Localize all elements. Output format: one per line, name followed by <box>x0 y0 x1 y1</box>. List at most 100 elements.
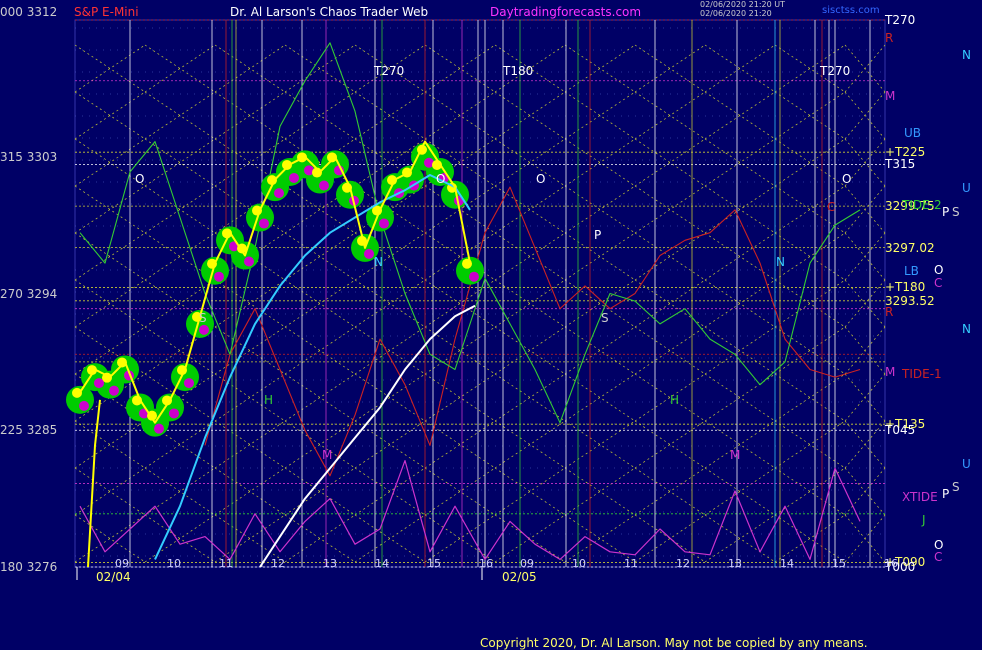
chart-canvas <box>66 19 886 580</box>
right-marker-label: C <box>934 276 943 290</box>
hour-tick-label: 14 <box>780 557 794 570</box>
hour-tick-label: 16 <box>884 557 898 570</box>
xtide-line <box>79 460 861 560</box>
diag-line <box>844 514 886 563</box>
band-dot <box>199 324 209 335</box>
band-dot <box>214 271 224 282</box>
top-tag-label: T270 <box>820 64 851 78</box>
cycle-marker: M <box>322 448 333 462</box>
band-dot <box>259 218 269 229</box>
hour-tick-label: 15 <box>832 557 846 570</box>
left-axis-label: 180 3276 <box>0 560 58 574</box>
right-marker-label: S <box>952 480 960 494</box>
hour-tick-label: 12 <box>271 557 285 570</box>
cycle-marker: H <box>264 393 274 407</box>
band-dot <box>184 378 194 389</box>
header-left-label: 000 3312 <box>0 5 58 19</box>
cycle-marker: C <box>827 200 836 214</box>
timestamp-2: 02/06/2020 21:20 <box>700 9 772 18</box>
right-marker-label: S <box>952 205 960 219</box>
right-marker-label: P <box>942 205 950 219</box>
diag-line <box>844 373 886 422</box>
price-start-leg <box>87 399 101 568</box>
right-marker-label: C <box>934 550 943 564</box>
right-marker-label: U <box>962 181 971 195</box>
right-marker-label: N <box>962 322 971 336</box>
cycle-marker: P <box>594 228 602 242</box>
tide-2-line <box>79 42 861 424</box>
date-label: 02/04 <box>96 570 131 584</box>
diag-line <box>844 326 886 375</box>
cycle-marker: O <box>436 172 446 186</box>
diag-line <box>844 232 886 281</box>
copyright-notice: Copyright 2020, Dr. Al Larson. May not b… <box>480 636 868 650</box>
band-peak-dot <box>72 387 82 398</box>
right-marker-label: R <box>885 31 894 45</box>
date-label: 02/05 <box>502 570 537 584</box>
right-level-label: T045 <box>885 423 916 438</box>
hour-tick-label: 09 <box>115 557 129 570</box>
hour-tick-label: 11 <box>624 557 638 570</box>
right-marker-label: TIDE-2 <box>902 198 942 212</box>
band-dot <box>79 400 89 411</box>
hour-tick-label: 16 <box>479 557 493 570</box>
top-tag-label: T180 <box>503 64 534 78</box>
right-level-label: T315 <box>885 157 916 172</box>
hour-tick-label: 14 <box>375 557 389 570</box>
right-level-label: T270 <box>885 13 916 27</box>
right-level-label: 3297.02 <box>885 240 935 255</box>
hour-tick-label: 10 <box>572 557 586 570</box>
right-marker-label: N <box>962 48 971 62</box>
instrument-label: S&P E-Mini <box>74 5 139 19</box>
hour-tick-label: 12 <box>676 557 690 570</box>
band-dot <box>109 385 119 396</box>
band-dot <box>169 408 179 419</box>
right-marker-label: LB <box>904 264 919 278</box>
right-marker-label: UB <box>904 126 922 140</box>
tide-1-line <box>204 186 861 477</box>
cycle-marker: H <box>670 393 680 407</box>
corner-tag: sisctss.com <box>822 5 880 16</box>
diag-line <box>844 91 886 140</box>
hour-tick-label: 13 <box>728 557 742 570</box>
hour-tick-label: 13 <box>323 557 337 570</box>
cycle-marker: S <box>199 311 207 325</box>
band-dot <box>244 256 254 267</box>
right-marker-label: P <box>942 487 950 501</box>
chart-root: 000 3312 S&P E-Mini Dr. Al Larson's Chao… <box>0 0 982 650</box>
cycle-marker: O <box>135 172 145 186</box>
cycle-marker: S <box>601 311 609 325</box>
diag-line <box>844 467 886 516</box>
right-marker-label: J <box>922 513 926 527</box>
band-peak-dot <box>462 258 472 269</box>
right-level-label: +T225 <box>885 145 926 160</box>
right-marker-label: TIDE-1 <box>902 367 942 381</box>
cycle-marker: M <box>730 448 741 462</box>
hour-tick-label: 11 <box>219 557 233 570</box>
left-axis-label: 315 3303 <box>0 149 58 164</box>
left-axis-label: 270 3294 <box>0 286 58 301</box>
band-dot <box>274 188 284 199</box>
diag-line <box>844 185 886 234</box>
cyan-average-line <box>154 174 471 560</box>
diag-line <box>844 420 886 469</box>
band-dot <box>364 248 374 259</box>
cycle-marker: O <box>842 172 852 186</box>
band-dot <box>379 218 389 229</box>
timestamp-1: 02/06/2020 21:20 UT <box>700 0 785 9</box>
left-axis-label: 225 3285 <box>0 423 58 438</box>
band-dot <box>289 172 299 183</box>
site-title: Dr. Al Larson's Chaos Trader Web <box>230 5 429 19</box>
site-url-link[interactable]: Daytradingforecasts.com <box>490 5 641 19</box>
right-marker-label: XTIDE <box>902 490 938 504</box>
cycle-marker: N <box>776 255 785 269</box>
right-marker-label: M <box>885 365 896 379</box>
band-dot <box>319 180 329 191</box>
right-marker-label: R <box>885 305 894 319</box>
hour-tick-label: 15 <box>427 557 441 570</box>
right-level-label: +T180 <box>885 280 926 295</box>
band-dot <box>469 271 479 282</box>
cycle-marker: N <box>374 255 383 269</box>
hour-tick-label: 09 <box>520 557 534 570</box>
right-marker-label: U <box>962 457 971 471</box>
